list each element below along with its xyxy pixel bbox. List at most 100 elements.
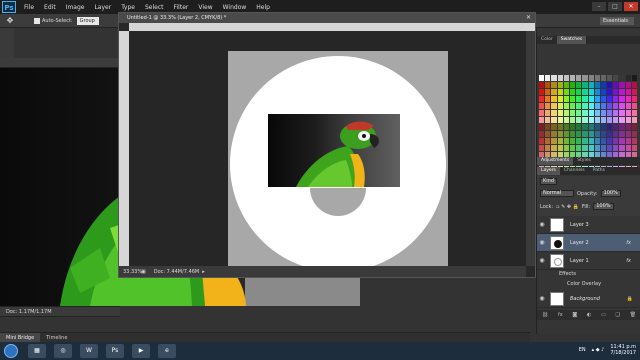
swatch[interactable]: [600, 110, 607, 116]
lock-icons[interactable]: ▫ ✎ ✥ 🔒: [556, 204, 579, 210]
swatch[interactable]: [576, 103, 582, 109]
swatch[interactable]: [582, 131, 588, 137]
swatch[interactable]: [625, 75, 631, 81]
menu-type[interactable]: Type: [116, 4, 140, 11]
swatch[interactable]: [545, 138, 551, 144]
language-indicator[interactable]: EN: [579, 347, 586, 353]
layer-row-layer-1[interactable]: ◉ Layer 1 fx: [537, 252, 640, 270]
swatch[interactable]: [619, 145, 625, 151]
swatch[interactable]: [594, 96, 600, 102]
swatch[interactable]: [631, 96, 637, 102]
swatch[interactable]: [588, 145, 594, 151]
swatch[interactable]: [619, 75, 625, 81]
move-tool-icon[interactable]: ✥: [3, 16, 17, 26]
swatch[interactable]: [576, 96, 582, 102]
fill-field[interactable]: 100%: [593, 203, 614, 210]
iexplore-icon[interactable]: e: [158, 344, 176, 358]
swatch[interactable]: [563, 131, 569, 137]
swatch[interactable]: [600, 131, 607, 137]
swatch[interactable]: [588, 82, 594, 88]
swatch[interactable]: [576, 131, 582, 137]
auto-select-dropdown[interactable]: Group: [76, 16, 99, 25]
word-icon[interactable]: W: [80, 344, 98, 358]
vertical-ruler[interactable]: [119, 31, 129, 275]
swatch[interactable]: [631, 110, 637, 116]
swatch[interactable]: [582, 138, 588, 144]
swatch[interactable]: [557, 117, 563, 123]
menu-filter[interactable]: Filter: [169, 4, 194, 11]
swatch[interactable]: [576, 145, 582, 151]
swatch[interactable]: [576, 110, 582, 116]
swatch[interactable]: [594, 82, 600, 88]
swatch[interactable]: [594, 124, 600, 130]
swatch[interactable]: [545, 110, 551, 116]
swatch[interactable]: [607, 82, 613, 88]
swatch[interactable]: [631, 103, 637, 109]
eye-icon[interactable]: ◉: [537, 257, 547, 264]
new-layer-icon[interactable]: ❑: [616, 312, 620, 318]
swatch[interactable]: [563, 110, 569, 116]
blend-mode-dropdown[interactable]: Normal: [540, 190, 574, 197]
swatch[interactable]: [625, 103, 631, 109]
fx-icon[interactable]: fx: [626, 258, 631, 264]
swatch[interactable]: [539, 89, 545, 95]
swatch[interactable]: [594, 103, 600, 109]
swatch[interactable]: [588, 124, 594, 130]
swatch[interactable]: [631, 145, 637, 151]
swatch[interactable]: [539, 96, 545, 102]
swatch[interactable]: [569, 117, 576, 123]
swatch[interactable]: [594, 138, 600, 144]
swatch[interactable]: [545, 89, 551, 95]
swatch[interactable]: [600, 82, 607, 88]
swatch[interactable]: [569, 103, 576, 109]
swatch[interactable]: [625, 117, 631, 123]
tab-swatches[interactable]: Swatches: [556, 36, 587, 44]
swatch[interactable]: [600, 96, 607, 102]
workspace-switcher[interactable]: Essentials: [600, 17, 634, 25]
swatch[interactable]: [551, 82, 557, 88]
layer-row-layer-3[interactable]: ◉ Layer 3: [537, 216, 640, 234]
swatch[interactable]: [539, 110, 545, 116]
swatch[interactable]: [576, 75, 582, 81]
eye-icon[interactable]: ◉: [537, 295, 547, 302]
swatch[interactable]: [619, 124, 625, 130]
menu-window[interactable]: Window: [218, 4, 252, 11]
canvas[interactable]: [228, 51, 448, 273]
swatch[interactable]: [625, 145, 631, 151]
swatch[interactable]: [539, 138, 545, 144]
swatch[interactable]: [600, 103, 607, 109]
swatch[interactable]: [563, 82, 569, 88]
swatch[interactable]: [619, 131, 625, 137]
swatch[interactable]: [588, 131, 594, 137]
swatch[interactable]: [569, 145, 576, 151]
swatch[interactable]: [607, 103, 613, 109]
menu-view[interactable]: View: [193, 4, 217, 11]
swatch[interactable]: [576, 124, 582, 130]
color-overlay-effect[interactable]: Color Overlay: [567, 281, 601, 287]
swatch[interactable]: [607, 145, 613, 151]
chrome-icon[interactable]: ◎: [54, 344, 72, 358]
swatch[interactable]: [607, 117, 613, 123]
swatch[interactable]: [625, 110, 631, 116]
swatch[interactable]: [563, 124, 569, 130]
maximize-button[interactable]: □: [608, 2, 622, 11]
swatch[interactable]: [551, 75, 557, 81]
mask-icon[interactable]: ◙: [572, 312, 577, 318]
swatch[interactable]: [563, 138, 569, 144]
swatch[interactable]: [569, 89, 576, 95]
swatch[interactable]: [582, 96, 588, 102]
swatch[interactable]: [625, 82, 631, 88]
explorer-icon[interactable]: ▦: [28, 344, 46, 358]
swatch[interactable]: [594, 117, 600, 123]
swatch[interactable]: [539, 103, 545, 109]
tab-layers[interactable]: Layers: [537, 167, 560, 175]
minimize-button[interactable]: –: [592, 2, 606, 11]
swatch[interactable]: [607, 89, 613, 95]
swatch[interactable]: [545, 96, 551, 102]
swatch[interactable]: [569, 124, 576, 130]
auto-select-checkbox[interactable]: [34, 17, 40, 24]
swatch[interactable]: [545, 145, 551, 151]
swatch[interactable]: [576, 138, 582, 144]
swatch[interactable]: [582, 117, 588, 123]
zoom-level[interactable]: 33.33%: [119, 269, 142, 275]
